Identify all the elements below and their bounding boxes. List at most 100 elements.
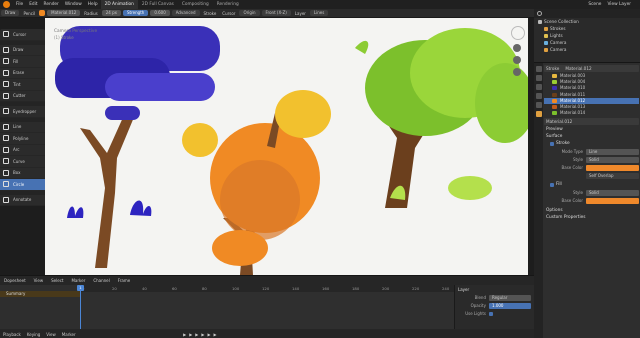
menu-help[interactable]: Help [85,2,101,7]
timeline-menu-frame[interactable]: Frame [114,278,134,283]
tool-curve[interactable]: Curve [0,156,45,168]
timeline-menu-view[interactable]: View [30,278,48,283]
material-dropdown[interactable]: Material.012 [47,10,81,16]
keyframe-grid[interactable]: 020406080100120140160180200220240 [80,285,454,329]
mode-dropdown[interactable]: Draw [1,10,20,16]
tool-polyline[interactable]: Polyline [0,133,45,145]
tool-cursor[interactable]: Cursor [0,29,45,41]
timeline-footer-playback[interactable]: Playback [0,332,24,337]
workspace-tab-2d-full-canvas[interactable]: 2D Full Canvas [138,0,178,9]
workspace-tab-2d-animation[interactable]: 2D Animation [100,0,138,9]
front-view-dropdown[interactable]: Front (X-Z) [261,10,291,16]
tool-eyedropper[interactable]: Eyedropper [0,106,45,118]
stroke-style-dropdown[interactable]: Solid [586,156,639,163]
current-frame-indicator[interactable]: 1 [77,285,84,291]
menu-window[interactable]: Window [62,2,85,7]
brush-color-icon[interactable] [39,10,46,16]
jump-start-icon[interactable]: ▶ [183,332,186,337]
material-item[interactable]: Material.014 [544,110,639,116]
stroke-section[interactable]: Stroke [544,140,639,147]
frame-ruler[interactable]: 020406080100120140160180200220240 [80,285,454,292]
tool-cutter[interactable]: Cutter [0,91,45,102]
next-key-icon[interactable]: ▶ [207,332,210,337]
surface-section[interactable]: Surface [544,133,639,140]
tool-fill[interactable]: Fill [0,56,45,68]
scene-tab-icon[interactable] [535,93,542,99]
tool-box[interactable]: Box [0,168,45,179]
mode-type-dropdown[interactable]: Line [586,148,639,155]
timeline-footer-keying[interactable]: Keying [24,332,43,337]
timeline-menu-marker[interactable]: Marker [67,278,89,283]
tool-line[interactable]: Line [0,122,45,133]
workspace-tab-rendering[interactable]: Rendering [213,0,243,9]
preview-section[interactable]: Preview [544,126,639,133]
self-overlap-toggle[interactable]: Self Overlap [586,172,639,179]
playhead[interactable] [80,285,81,329]
stroke-dropdown[interactable]: Stroke [201,11,220,16]
tool-tint[interactable]: Tint [0,79,45,91]
jump-end-icon[interactable]: ▶ [214,332,217,337]
tool-annotate[interactable]: Annotate [0,195,45,206]
timeline-footer-view[interactable]: View [43,332,59,337]
material-slot-name[interactable]: Material.012 [565,66,591,71]
summary-channel[interactable]: Summary [0,291,80,297]
outliner-item-scene-collection[interactable]: Scene Collection [534,18,640,25]
outliner-item-strokes[interactable]: Strokes [534,25,640,32]
tool-erase[interactable]: Erase [0,68,45,79]
camera-view-icon[interactable] [513,68,521,76]
material-name[interactable]: Material.012 [546,119,572,124]
navigation-gizmo-icon[interactable] [511,26,525,40]
play-icon[interactable]: ▶ [201,332,204,337]
tool-arc[interactable]: Arc [0,145,45,156]
radius-field[interactable]: 24 px [101,10,121,16]
dopesheet-header: Dopesheet View Select Marker Channel Frame [0,276,534,285]
material-tab-icon[interactable] [535,111,542,117]
tool-draw[interactable]: Draw [0,45,45,56]
fill-base-color-swatch[interactable] [586,197,639,204]
object-tab-icon[interactable] [535,102,542,108]
options-section[interactable]: Options [544,207,639,214]
tool-circle[interactable]: Circle [0,179,45,191]
timeline-footer-marker[interactable]: Marker [59,332,79,337]
render-tab-icon[interactable] [535,75,542,81]
stroke-base-color-swatch[interactable] [586,164,639,171]
cursor-dropdown[interactable]: Cursor [219,11,238,16]
outliner-search-icon[interactable] [537,11,542,16]
output-tab-icon[interactable] [535,84,542,90]
fill-section[interactable]: Fill [544,181,639,188]
workspace-tab-compositing[interactable]: Compositing [178,0,213,9]
view-layer-selector[interactable]: View Layer [604,2,634,7]
blend-dropdown[interactable]: Regular [489,294,531,301]
advanced-dropdown[interactable]: Advanced [171,10,200,16]
menu-file[interactable]: File [13,2,26,7]
layer-dropdown[interactable]: Lines [309,10,329,16]
stroke-checkbox[interactable] [550,141,554,146]
scene-selector[interactable]: Scene [585,2,604,7]
opacity-field[interactable]: 1.000 [489,302,531,309]
zoom-icon[interactable] [513,44,521,52]
origin-dropdown[interactable]: Origin [239,10,260,16]
outliner-item-lights[interactable]: Lights [534,32,640,39]
pan-icon[interactable] [513,56,521,64]
viewport-canvas[interactable] [45,18,528,275]
timeline-menu-dopesheet[interactable]: Dopesheet [0,278,30,283]
strength-label[interactable]: Strength [123,10,149,16]
material-name-field[interactable]: Material.012 [544,118,639,126]
outliner-item-camera[interactable]: Camera [534,46,640,53]
menu-edit[interactable]: Edit [26,2,40,7]
outliner-item-camera[interactable]: Camera [534,39,640,46]
tool-tab-icon[interactable] [535,66,542,72]
play-reverse-icon[interactable]: ▶ [195,332,198,337]
custom-properties-section[interactable]: Custom Properties [544,214,639,221]
blender-logo-icon[interactable] [3,1,10,8]
use-lights-checkbox[interactable] [489,311,493,316]
fill-checkbox[interactable] [550,182,554,187]
menu-render[interactable]: Render [41,2,62,7]
brush-dropdown[interactable]: Pencil [20,11,38,16]
strength-field[interactable]: 0.600 [150,10,170,16]
fill-style-dropdown[interactable]: Solid [586,189,639,196]
material-list[interactable]: Material.003 Material.004 Material.010 Mate… [544,73,639,116]
prev-key-icon[interactable]: ▶ [189,332,192,337]
timeline-menu-channel[interactable]: Channel [89,278,113,283]
timeline-menu-select[interactable]: Select [47,278,67,283]
